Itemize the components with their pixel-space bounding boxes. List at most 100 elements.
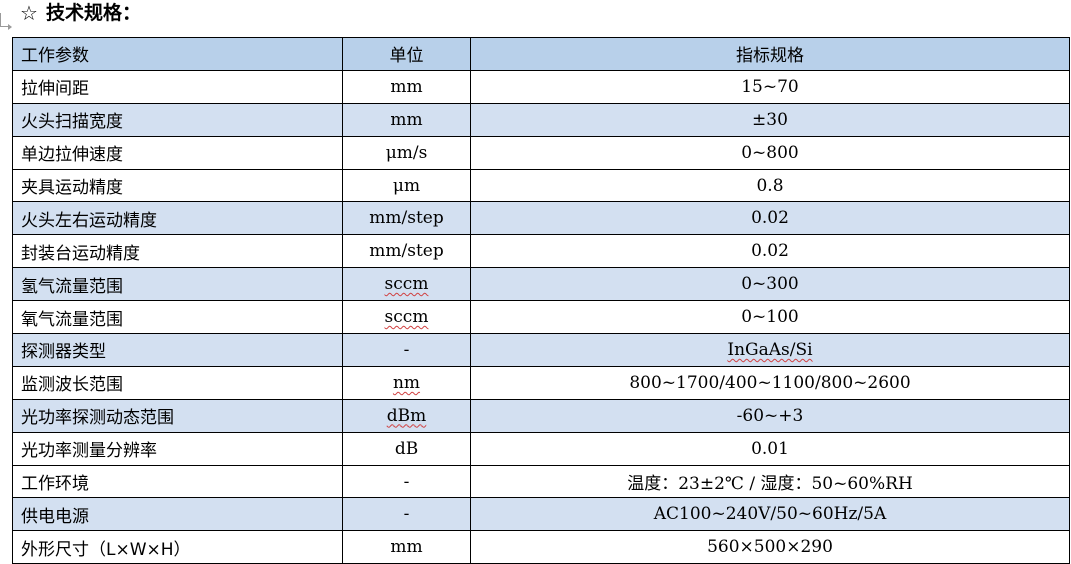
unit-cell-text: mm (390, 537, 423, 558)
table-row: 夹具运动精度 μm 0.8 (12, 168, 1070, 203)
table-row: 氢气流量范围 sccm 0~300 (12, 267, 1070, 302)
param-cell: 供电电源 (12, 497, 343, 532)
unit-cell-text: - (403, 339, 410, 360)
param-cell: 氧气流量范围 (12, 300, 343, 335)
spec-cell: 0.8 (470, 168, 1070, 203)
unit-cell-text: mm/step (369, 241, 444, 262)
param-cell: 外形尺寸（L×W×H） (12, 530, 343, 564)
star-icon: ☆ (20, 1, 38, 25)
spec-cell: ±30 (470, 102, 1070, 137)
spec-cell: 0~300 (470, 267, 1070, 302)
section-heading: ☆ 技术规格： (20, 0, 141, 26)
spec-table: 工作参数 单位 指标规格 拉伸间距 mm 15~70 火头扫描宽度 mm ±30 单边拉伸速… (12, 37, 1070, 564)
unit-cell-text: μm/s (385, 142, 428, 163)
table-row: 拉伸间距 mm 15~70 (12, 69, 1070, 104)
spec-cell-text: 0.02 (751, 208, 789, 229)
param-cell-text: 光功率测量分辨率 (21, 441, 157, 462)
unit-cell-text: - (403, 504, 410, 525)
unit-cell: nm (342, 365, 471, 400)
unit-cell: - (342, 497, 471, 532)
param-cell-text: 单边拉伸速度 (21, 145, 123, 166)
unit-cell: mm (342, 530, 471, 564)
param-cell: 探测器类型 (12, 333, 343, 367)
param-cell-text: 夹具运动精度 (21, 178, 123, 198)
spec-cell: 温度：23±2℃ / 湿度：50~60%RH (470, 464, 1070, 499)
unit-cell-text: sccm (384, 307, 429, 328)
param-cell-text: 火头左右运动精度 (21, 210, 157, 231)
spec-cell-text: 0.01 (751, 438, 789, 459)
spec-cell-text: 0.8 (756, 175, 784, 196)
spec-cell: 0.02 (470, 234, 1070, 269)
heading-title: 技术规格： (45, 2, 141, 24)
unit-cell: sccm (342, 300, 471, 335)
unit-cell: mm/step (342, 201, 471, 236)
header-spec: 指标规格 (470, 37, 1070, 71)
spec-cell: 800~1700/400~1100/800~2600 (470, 365, 1070, 400)
table-row: 封装台运动精度 mm/step 0.02 (12, 234, 1070, 269)
unit-cell: sccm (342, 267, 471, 302)
spec-cell-text: -60~+3 (736, 405, 804, 426)
table-row: 氧气流量范围 sccm 0~100 (12, 300, 1070, 335)
spec-cell-text: 0.02 (751, 241, 789, 262)
header-unit: 单位 (342, 37, 471, 71)
param-cell-text: 火头扫描宽度 (21, 112, 123, 133)
unit-cell-text: mm/step (369, 208, 444, 229)
spec-cell: 0.02 (470, 201, 1070, 236)
unit-cell: μm/s (342, 135, 471, 170)
param-cell: 单边拉伸速度 (12, 135, 343, 170)
param-cell: 火头扫描宽度 (12, 102, 343, 137)
param-cell-text: 外形尺寸（L×W×H） (21, 539, 191, 560)
param-cell-text: 监测波长范围 (21, 375, 123, 396)
param-cell: 光功率探测动态范围 (12, 398, 343, 433)
table-row: 单边拉伸速度 μm/s 0~800 (12, 135, 1070, 170)
unit-cell: mm (342, 102, 471, 137)
unit-cell-text: μm (392, 175, 421, 196)
param-cell-text: 工作环境 (21, 474, 89, 495)
table-header-row: 工作参数 单位 指标规格 (12, 37, 1070, 71)
spec-cell: -60~+3 (470, 398, 1070, 433)
spec-cell-text: 温度：23±2℃ / 湿度：50~60%RH (627, 474, 913, 495)
spec-cell-text: 0~100 (741, 307, 799, 328)
table-row: 火头扫描宽度 mm ±30 (12, 102, 1070, 137)
table-row: 工作环境 - 温度：23±2℃ / 湿度：50~60%RH (12, 464, 1070, 499)
param-cell: 封装台运动精度 (12, 234, 343, 269)
param-cell-text: 氢气流量范围 (21, 276, 123, 297)
param-cell: 火头左右运动精度 (12, 201, 343, 236)
unit-cell-text: nm (392, 372, 421, 393)
spec-cell: InGaAs/Si (470, 333, 1070, 367)
param-cell-text: 探测器类型 (21, 342, 106, 363)
param-cell: 氢气流量范围 (12, 267, 343, 302)
spec-cell-text: 0~300 (741, 274, 799, 295)
unit-cell: - (342, 464, 471, 499)
unit-cell-text: - (403, 471, 410, 492)
unit-cell-text: mm (390, 109, 423, 130)
unit-cell: - (342, 333, 471, 367)
unit-cell: dB (342, 431, 471, 466)
unit-cell: dBm (342, 398, 471, 433)
unit-cell-text: sccm (384, 274, 429, 295)
unit-cell-text: mm (390, 76, 423, 97)
spec-cell: 0~100 (470, 300, 1070, 335)
table-row: 火头左右运动精度 mm/step 0.02 (12, 201, 1070, 236)
param-cell-text: 拉伸间距 (21, 79, 89, 100)
spec-cell: 0.01 (470, 431, 1070, 466)
spec-cell-text: AC100~240V/50~60Hz/5A (653, 504, 887, 525)
table-row: 外形尺寸（L×W×H） mm 560×500×290 (12, 530, 1070, 564)
param-cell-text: 封装台运动精度 (21, 243, 140, 264)
table-body: 拉伸间距 mm 15~70 火头扫描宽度 mm ±30 单边拉伸速度 μm/s 0~800 夹具运… (12, 69, 1070, 564)
spec-cell-text: 15~70 (741, 76, 799, 97)
param-cell-text: 光功率探测动态范围 (21, 408, 174, 429)
spec-cell: AC100~240V/50~60Hz/5A (470, 497, 1070, 532)
param-cell: 光功率测量分辨率 (12, 431, 343, 466)
unit-cell: mm (342, 69, 471, 104)
spec-cell-text: 560×500×290 (707, 537, 833, 558)
spec-cell-text: InGaAs/Si (727, 339, 813, 360)
param-cell-text: 氧气流量范围 (21, 309, 123, 330)
header-param: 工作参数 (12, 37, 343, 71)
param-cell: 工作环境 (12, 464, 343, 499)
param-cell: 拉伸间距 (12, 69, 343, 104)
table-row: 监测波长范围 nm 800~1700/400~1100/800~2600 (12, 365, 1070, 400)
spec-cell-text: 0~800 (741, 142, 799, 163)
spec-cell-text: ±30 (752, 109, 788, 130)
table-row: 光功率测量分辨率 dB 0.01 (12, 431, 1070, 466)
